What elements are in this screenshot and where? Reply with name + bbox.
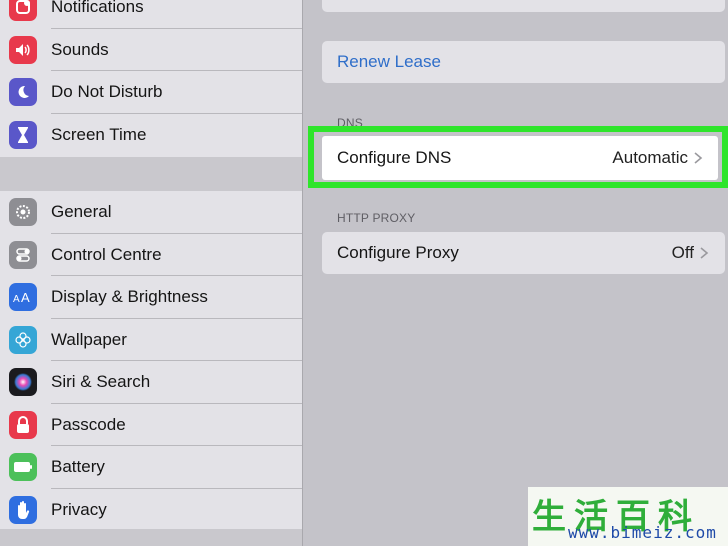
sidebar-item-label: Wallpaper	[51, 329, 127, 349]
detail-pane: Renew Lease DNS HTTP PROXY Configure Pro…	[303, 0, 728, 546]
gear-icon	[9, 198, 37, 227]
moon-icon	[9, 78, 37, 107]
sidebar-item-display-brightness[interactable]: AA Display & Brightness	[0, 276, 302, 319]
svg-text:A: A	[21, 290, 30, 304]
sidebar-item-label: Do Not Disturb	[51, 82, 163, 102]
configure-dns-row[interactable]: Configure DNS Automatic	[322, 136, 718, 180]
sidebar-item-label: Notifications	[51, 0, 144, 17]
sidebar-item-label: Sounds	[51, 39, 109, 59]
chevron-right-icon	[700, 247, 709, 259]
configure-proxy-label: Configure Proxy	[337, 243, 459, 262]
configure-proxy-row[interactable]: Configure Proxy Off	[322, 232, 725, 274]
sidebar-item-general[interactable]: General	[0, 191, 302, 234]
sidebar-item-label: Siri & Search	[51, 372, 151, 392]
sidebar-item-label: Control Centre	[51, 244, 162, 264]
sidebar-item-label: Screen Time	[51, 124, 147, 144]
sidebar-item-privacy[interactable]: Privacy	[0, 489, 302, 532]
chevron-right-icon	[694, 152, 703, 164]
top-cell	[322, 0, 725, 12]
text-size-icon: AA	[9, 283, 37, 312]
renew-lease-label: Renew Lease	[337, 52, 441, 71]
sidebar-group-top: Notifications Sounds Do Not Disturb Scre…	[0, 0, 302, 157]
sidebar-item-label: Privacy	[51, 499, 107, 519]
hand-icon	[9, 495, 37, 524]
siri-icon	[9, 368, 37, 397]
sidebar-item-label: Display & Brightness	[51, 287, 208, 307]
speaker-icon	[9, 35, 37, 64]
sidebar-item-notifications[interactable]: Notifications	[0, 0, 302, 29]
watermark-url: www.bimeiz.com	[568, 523, 717, 542]
sidebar-item-do-not-disturb[interactable]: Do Not Disturb	[0, 71, 302, 114]
sidebar-item-wallpaper[interactable]: Wallpaper	[0, 319, 302, 361]
sidebar-item-label: Battery	[51, 457, 105, 477]
sidebar-item-label: Passcode	[51, 414, 126, 434]
notifications-icon	[9, 0, 37, 22]
sidebar-group-main: General Control Centre AA Display & Brig…	[0, 191, 302, 529]
hourglass-icon	[9, 120, 37, 149]
svg-text:A: A	[13, 294, 20, 304]
toggles-icon	[9, 240, 37, 269]
sidebar-item-label: General	[51, 202, 112, 222]
sidebar-item-control-centre[interactable]: Control Centre	[0, 234, 302, 276]
sidebar-item-passcode[interactable]: Passcode	[0, 404, 302, 446]
sidebar-item-sounds[interactable]: Sounds	[0, 29, 302, 71]
sidebar-item-battery[interactable]: Battery	[0, 446, 302, 489]
sidebar-item-screen-time[interactable]: Screen Time	[0, 114, 302, 157]
lock-icon	[9, 410, 37, 439]
sidebar-item-siri-search[interactable]: Siri & Search	[0, 361, 302, 404]
configure-dns-value: Automatic	[612, 148, 688, 167]
http-proxy-section-header: HTTP PROXY	[337, 211, 416, 225]
flower-icon	[9, 325, 37, 354]
battery-icon	[9, 453, 37, 482]
settings-sidebar: Notifications Sounds Do Not Disturb Scre…	[0, 0, 303, 546]
configure-dns-label: Configure DNS	[337, 148, 452, 167]
renew-lease-button[interactable]: Renew Lease	[322, 41, 725, 83]
watermark: 生活百科 www.bimeiz.com	[528, 487, 728, 546]
configure-proxy-value: Off	[671, 243, 694, 262]
